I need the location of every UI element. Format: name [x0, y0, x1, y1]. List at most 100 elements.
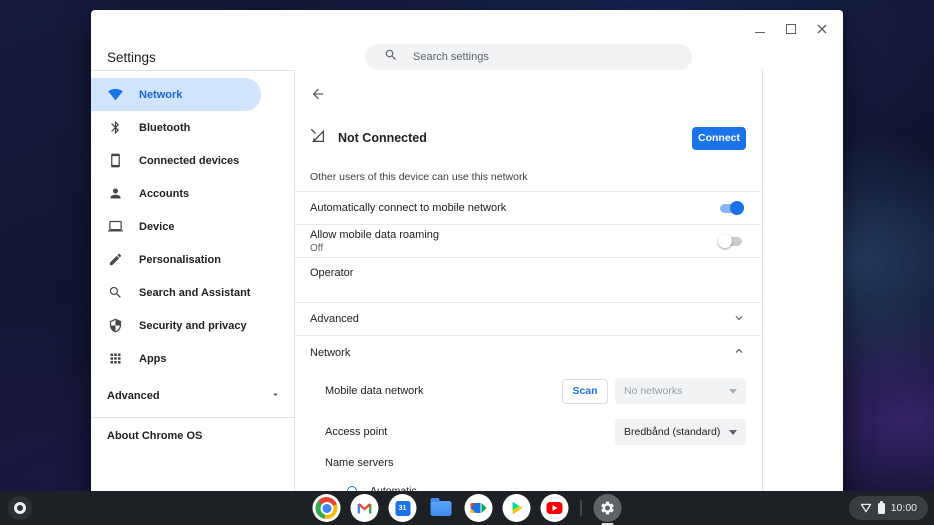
- launcher-icon: [14, 502, 26, 514]
- sidebar-item-device[interactable]: Device: [91, 210, 294, 243]
- chevron-up-icon: [732, 344, 746, 361]
- sidebar-item-about-chromeos[interactable]: About Chrome OS: [91, 418, 294, 454]
- close-icon[interactable]: [815, 22, 829, 36]
- apps-grid-icon: [107, 351, 123, 367]
- search-input[interactable]: Search settings: [365, 44, 692, 70]
- sidebar-item-label: Apps: [139, 353, 167, 365]
- search-icon: [107, 285, 123, 301]
- network-share-note: Other users of this device can use this …: [295, 163, 761, 192]
- files-folder-icon: [430, 501, 451, 516]
- shelf-separator: [581, 500, 582, 516]
- person-icon: [107, 186, 123, 202]
- launcher-button[interactable]: [8, 496, 32, 520]
- connect-button[interactable]: Connect: [692, 127, 746, 150]
- roaming-toggle[interactable]: [720, 237, 742, 246]
- access-point-dropdown[interactable]: Bredbånd (standard): [615, 419, 746, 445]
- sidebar-item-label: Bluetooth: [139, 122, 190, 134]
- sidebar-advanced-expander[interactable]: Advanced: [91, 381, 294, 411]
- page-title: Settings: [107, 50, 156, 65]
- chrome-icon: [316, 497, 338, 519]
- shelf-app-calendar[interactable]: 31: [389, 494, 417, 522]
- sidebar-item-label: Search and Assistant: [139, 287, 250, 299]
- main-content: Not Connected Connect Other users of thi…: [295, 70, 843, 491]
- maximize-icon[interactable]: [784, 22, 798, 36]
- sidebar-item-accounts[interactable]: Accounts: [91, 177, 294, 210]
- search-placeholder: Search settings: [413, 51, 489, 63]
- window-controls: [753, 22, 829, 36]
- sidebar-item-security-privacy[interactable]: Security and privacy: [91, 309, 294, 342]
- name-servers-row: Name servers: [295, 451, 761, 481]
- access-point-label: Access point: [325, 426, 387, 438]
- connection-status-text: Not Connected: [338, 131, 679, 145]
- search-icon: [384, 48, 398, 67]
- shelf-app-youtube[interactable]: [541, 494, 569, 522]
- networks-dropdown[interactable]: No networks: [615, 378, 746, 404]
- roaming-label: Allow mobile data roaming: [310, 229, 439, 241]
- shield-icon: [107, 318, 123, 334]
- shelf-app-play-store[interactable]: [503, 494, 531, 522]
- chromeos-desktop: { "window": { "title": "Settings" }, "se…: [0, 0, 934, 525]
- cellular-off-icon: [310, 128, 325, 148]
- back-arrow-icon[interactable]: [310, 86, 328, 104]
- networks-dropdown-value: No networks: [624, 385, 682, 397]
- sidebar-item-apps[interactable]: Apps: [91, 342, 294, 375]
- sidebar-item-search-assistant[interactable]: Search and Assistant: [91, 276, 294, 309]
- auto-connect-row: Automatically connect to mobile network: [295, 192, 761, 225]
- settings-window: Settings Search settings Network Bluetoo…: [91, 10, 843, 491]
- sidebar: Network Bluetooth Connected devices Acco…: [91, 70, 295, 491]
- signal-icon: [860, 503, 872, 513]
- shelf-app-files[interactable]: [427, 494, 455, 522]
- sidebar-item-label: Device: [139, 221, 174, 233]
- mobile-data-network-label: Mobile data network: [325, 385, 423, 397]
- status-tray[interactable]: 10:00: [849, 496, 928, 520]
- network-section-label: Network: [310, 347, 350, 359]
- sidebar-item-bluetooth[interactable]: Bluetooth: [91, 111, 294, 144]
- operator-row: Operator: [295, 258, 761, 303]
- sidebar-item-personalisation[interactable]: Personalisation: [91, 243, 294, 276]
- access-point-value: Bredbånd (standard): [624, 426, 720, 438]
- shelf-app-settings[interactable]: [594, 494, 622, 522]
- name-servers-label: Name servers: [325, 457, 393, 469]
- advanced-label: Advanced: [107, 390, 160, 402]
- caret-down-icon: [270, 389, 281, 403]
- shelf-app-gmail[interactable]: [351, 494, 379, 522]
- advanced-section-label: Advanced: [310, 313, 359, 325]
- sidebar-item-network[interactable]: Network: [91, 78, 261, 111]
- mobile-network-page: Not Connected Connect Other users of thi…: [295, 70, 763, 491]
- operator-label: Operator: [310, 267, 353, 279]
- shelf-app-chrome[interactable]: [313, 494, 341, 522]
- mobile-data-network-row: Mobile data network Scan No networks: [295, 369, 761, 413]
- smartphone-icon: [107, 153, 123, 169]
- bluetooth-icon: [107, 120, 123, 136]
- sidebar-item-label: Security and privacy: [139, 320, 247, 332]
- sidebar-item-label: Network: [139, 89, 182, 101]
- wifi-icon: [107, 87, 123, 103]
- sidebar-item-label: Personalisation: [139, 254, 221, 266]
- play-store-icon: [510, 501, 524, 515]
- shelf: 31 10:00: [0, 491, 934, 525]
- pen-icon: [107, 252, 123, 268]
- gmail-icon: [357, 502, 373, 515]
- youtube-icon: [547, 502, 563, 514]
- auto-connect-toggle[interactable]: [720, 204, 742, 213]
- advanced-section-header[interactable]: Advanced: [295, 303, 761, 336]
- sidebar-item-connected-devices[interactable]: Connected devices: [91, 144, 294, 177]
- shelf-app-meet[interactable]: [465, 494, 493, 522]
- clock: 10:00: [891, 502, 917, 514]
- name-servers-automatic-option: Automatic: [295, 481, 761, 491]
- roaming-state: Off: [310, 243, 439, 254]
- chevron-down-icon: [732, 311, 746, 328]
- minimize-icon[interactable]: [753, 22, 767, 36]
- about-label: About Chrome OS: [107, 430, 202, 442]
- calendar-icon: 31: [395, 501, 410, 516]
- settings-header: Settings Search settings: [91, 10, 843, 71]
- laptop-icon: [107, 219, 123, 235]
- sidebar-item-label: Accounts: [139, 188, 189, 200]
- shelf-apps: 31: [313, 494, 622, 522]
- scan-button[interactable]: Scan: [562, 379, 608, 404]
- access-point-row: Access point Bredbånd (standard): [295, 413, 761, 451]
- network-section-header[interactable]: Network: [295, 336, 761, 369]
- auto-connect-label: Automatically connect to mobile network: [310, 202, 506, 214]
- gear-icon: [600, 500, 616, 516]
- dropdown-caret-icon: [729, 389, 737, 394]
